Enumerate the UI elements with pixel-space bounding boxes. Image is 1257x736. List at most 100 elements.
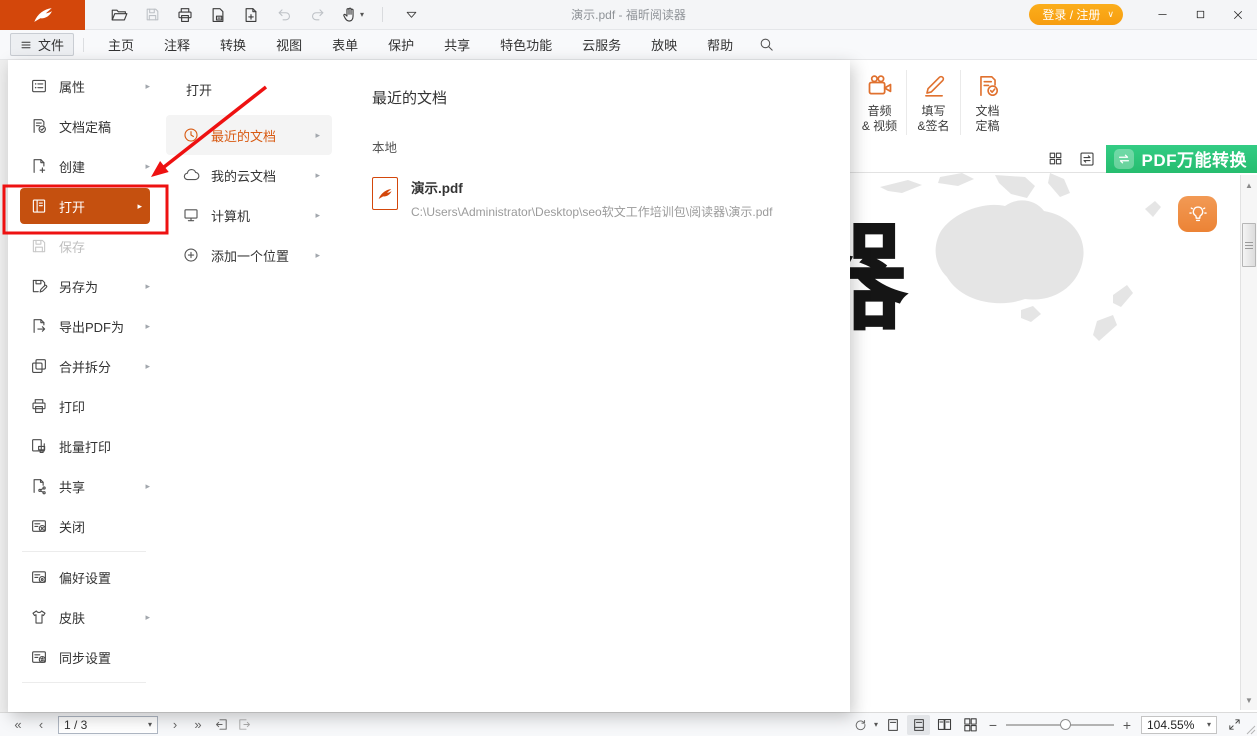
page-swap-button[interactable]: [1075, 148, 1099, 170]
next-page-button[interactable]: ›: [165, 715, 185, 735]
document-share-icon: [30, 477, 48, 495]
audio-video-label-line1: 音频: [862, 104, 897, 119]
floppy-save-icon: [30, 237, 48, 255]
open-file-button[interactable]: [109, 5, 129, 25]
doc-finalize-button[interactable]: 文档定稿: [961, 60, 1014, 145]
tab-form[interactable]: 表单: [317, 30, 373, 60]
tab-cloud[interactable]: 云服务: [567, 30, 636, 60]
fill-sign-label-line1: 填写: [917, 104, 949, 119]
first-page-button[interactable]: «: [8, 715, 28, 735]
last-page-button[interactable]: »: [188, 715, 208, 735]
menu-item-batch-print[interactable]: 批量打印: [8, 426, 160, 466]
minimize-button[interactable]: [1143, 0, 1181, 30]
resize-grip[interactable]: [1244, 723, 1256, 735]
menu-item-open[interactable]: 打开 ▸: [20, 188, 150, 224]
scrollbar-thumb[interactable]: [1242, 223, 1256, 267]
zoom-slider-track[interactable]: [1006, 724, 1114, 726]
tab-home[interactable]: 主页: [93, 30, 149, 60]
grid-view-button[interactable]: [959, 715, 982, 735]
single-page-icon: [885, 717, 901, 733]
maximize-button[interactable]: [1181, 0, 1219, 30]
search-button[interactable]: [754, 33, 778, 57]
zoom-in-button[interactable]: +: [1119, 715, 1135, 735]
fill-sign-button[interactable]: 填写&签名: [907, 60, 960, 145]
continuous-page-icon: [911, 717, 927, 733]
menu-item-save-as[interactable]: 另存为 ▸: [8, 266, 160, 306]
doc-finalize-label-line2: 定稿: [975, 119, 999, 134]
menu-item-sync-settings[interactable]: 同步设置: [8, 637, 160, 677]
zoom-level-value: 104.55%: [1147, 718, 1202, 732]
menu-item-properties[interactable]: 属性 ▸: [8, 66, 160, 106]
location-recent-documents[interactable]: 最近的文档 ▸: [166, 115, 332, 155]
continuous-view-button[interactable]: [907, 715, 930, 735]
menu-item-skin[interactable]: 皮肤 ▸: [8, 597, 160, 637]
file-menu-button[interactable]: 文件: [10, 33, 74, 56]
menu-item-share[interactable]: 共享 ▸: [8, 466, 160, 506]
thumbnail-grid-button[interactable]: [1044, 148, 1068, 170]
video-camera-icon: [866, 71, 894, 101]
document-export-icon: [30, 317, 48, 335]
menu-item-close[interactable]: 关闭: [8, 506, 160, 546]
tips-lightbulb-button[interactable]: [1178, 196, 1217, 232]
scroll-up-button[interactable]: ▲: [1241, 177, 1257, 193]
previous-view-button[interactable]: [211, 715, 231, 735]
app-logo[interactable]: [0, 0, 85, 30]
card-sync-icon: [30, 648, 48, 666]
pdf-convert-button[interactable]: PDF万能转换: [1106, 145, 1257, 173]
search-icon: [758, 36, 775, 53]
page-number-box[interactable]: 1 / 3 ▾: [58, 716, 158, 734]
page-swap-icon: [1078, 150, 1096, 168]
rotate-caret-icon[interactable]: ▾: [874, 720, 878, 729]
menubar: 文件 主页 注释 转换 视图 表单 保护 共享 特色功能 云服务 放映 帮助: [0, 30, 1257, 60]
ribbon-groups: 音频& 视频 填写&签名 文档定稿: [853, 60, 1014, 145]
titlebar-right: 登录 / 注册 ∨: [1029, 0, 1257, 30]
hand-tool-button[interactable]: ▾: [340, 6, 364, 24]
close-document-button[interactable]: [208, 5, 228, 25]
menu-item-export-pdf[interactable]: 导出PDF为 ▸: [8, 306, 160, 346]
tab-view[interactable]: 视图: [261, 30, 317, 60]
single-page-view-button[interactable]: [881, 715, 904, 735]
menu-item-create[interactable]: 创建 ▸: [8, 146, 160, 186]
tab-comment[interactable]: 注释: [149, 30, 205, 60]
new-document-button[interactable]: [241, 5, 261, 25]
login-register-button[interactable]: 登录 / 注册 ∨: [1029, 4, 1123, 25]
tab-protect[interactable]: 保护: [373, 30, 429, 60]
previous-view-icon: [214, 717, 229, 732]
location-computer[interactable]: 计算机 ▸: [166, 195, 332, 235]
location-add-place[interactable]: 添加一个位置 ▸: [166, 235, 332, 275]
rotate-view-button[interactable]: [851, 715, 871, 735]
open-book-icon: [30, 197, 48, 215]
tab-help[interactable]: 帮助: [692, 30, 748, 60]
menu-item-merge-split[interactable]: 合并拆分 ▸: [8, 346, 160, 386]
menu-item-doc-finalize[interactable]: 文档定稿: [8, 106, 160, 146]
zoom-out-button[interactable]: −: [985, 715, 1001, 735]
pdf-convert-label: PDF万能转换: [1142, 146, 1248, 171]
menu-item-print[interactable]: 打印: [8, 386, 160, 426]
triangle-down-icon: [404, 7, 419, 22]
menu-item-preferences[interactable]: 偏好设置: [8, 557, 160, 597]
card-close-icon: [30, 517, 48, 535]
plus-circle-icon: [182, 246, 200, 264]
fullscreen-button[interactable]: [1223, 715, 1245, 735]
audio-video-button[interactable]: 音频& 视频: [853, 60, 906, 145]
prev-page-button[interactable]: ‹: [31, 715, 51, 735]
scroll-down-button[interactable]: ▼: [1241, 692, 1257, 708]
local-section-label: 本地: [372, 137, 830, 156]
close-button[interactable]: [1219, 0, 1257, 30]
zoom-level-box[interactable]: 104.55% ▾: [1141, 716, 1217, 734]
tab-features[interactable]: 特色功能: [485, 30, 567, 60]
facing-view-button[interactable]: [933, 715, 956, 735]
collapse-toolbar-button[interactable]: [401, 5, 421, 25]
content-title: 最近的文档: [372, 87, 830, 108]
zoom-slider-knob[interactable]: [1060, 719, 1071, 730]
clock-icon: [182, 126, 200, 144]
save-as-icon: [30, 277, 48, 295]
tab-share[interactable]: 共享: [429, 30, 485, 60]
location-cloud-documents[interactable]: 我的云文档 ▸: [166, 155, 332, 195]
recent-file-item[interactable]: 演示.pdf C:\Users\Administrator\Desktop\se…: [372, 177, 830, 220]
print-button[interactable]: [175, 5, 195, 25]
vertical-scrollbar[interactable]: ▲ ▼: [1240, 175, 1257, 710]
facing-pages-icon: [936, 716, 953, 733]
tab-slideshow[interactable]: 放映: [636, 30, 692, 60]
tab-convert[interactable]: 转换: [205, 30, 261, 60]
